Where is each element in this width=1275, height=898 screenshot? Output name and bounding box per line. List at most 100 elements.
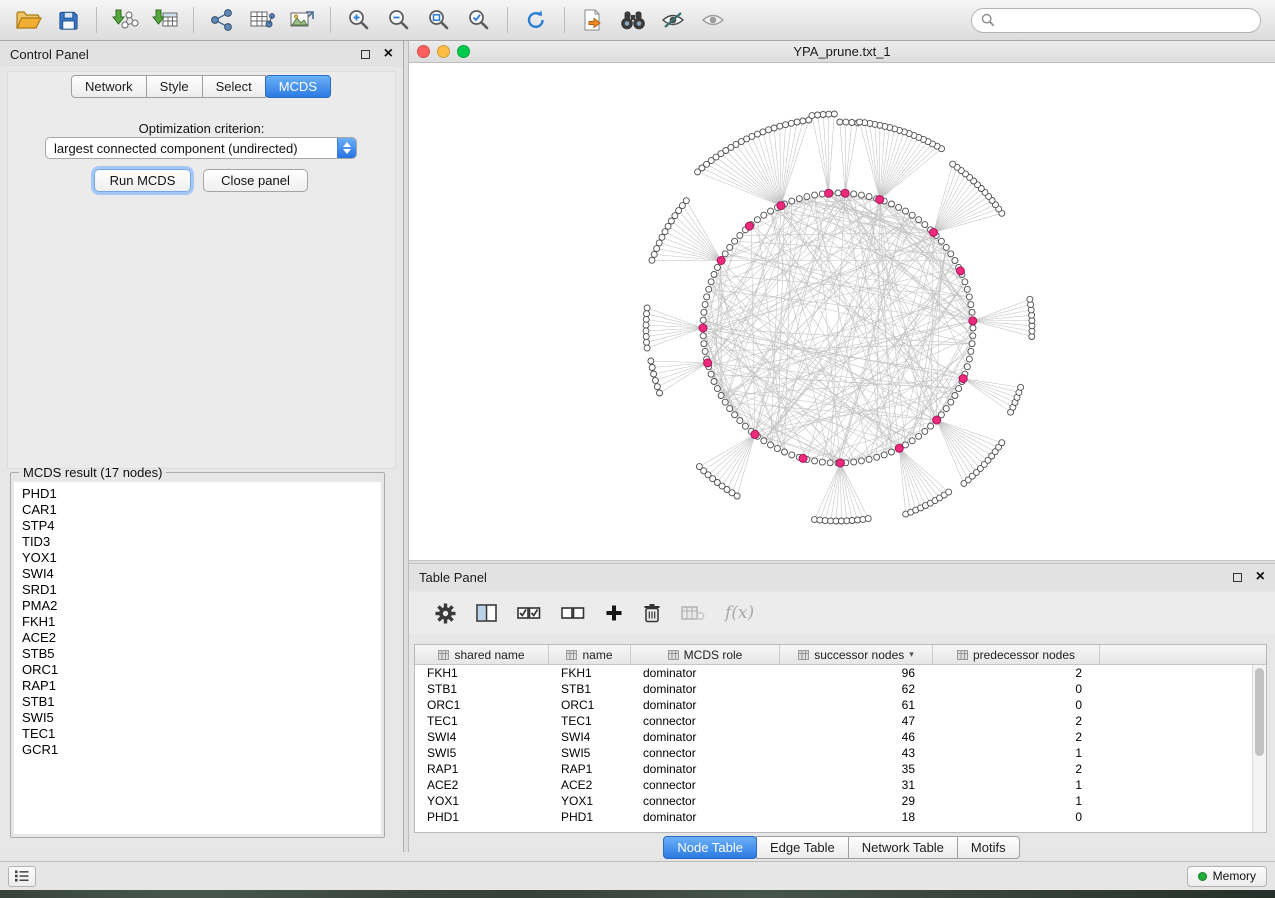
- mcds-result-item[interactable]: PMA2: [22, 598, 381, 614]
- save-session-button[interactable]: [48, 3, 88, 37]
- tab-style[interactable]: Style: [146, 75, 203, 98]
- table-row[interactable]: ACE2ACE2connector311: [415, 777, 1252, 793]
- search-input[interactable]: [1000, 13, 1251, 28]
- table-row[interactable]: STB1STB1dominator620: [415, 681, 1252, 697]
- import-network-button[interactable]: [105, 3, 145, 37]
- mcds-result-item[interactable]: YOX1: [22, 550, 381, 566]
- tab-network-table[interactable]: Network Table: [848, 836, 958, 859]
- export-document-button[interactable]: [573, 3, 613, 37]
- tab-node-table[interactable]: Node Table: [663, 836, 757, 859]
- mcds-result-item[interactable]: ACE2: [22, 630, 381, 646]
- close-panel-icon[interactable]: ×: [384, 46, 393, 62]
- close-panel-button[interactable]: Close panel: [203, 169, 308, 192]
- table-cell: STB1: [415, 682, 549, 696]
- close-table-panel-icon[interactable]: ×: [1256, 569, 1265, 585]
- open-file-button[interactable]: [8, 3, 48, 37]
- mcds-result-item[interactable]: GCR1: [22, 742, 381, 758]
- zoom-out-button[interactable]: [379, 3, 419, 37]
- mcds-result-item[interactable]: STP4: [22, 518, 381, 534]
- eye-icon: [700, 10, 726, 30]
- table-row[interactable]: PHD1PHD1dominator180: [415, 809, 1252, 825]
- table-scrollbar[interactable]: [1252, 665, 1266, 832]
- control-panel-tabs: NetworkStyleSelectMCDS: [0, 75, 403, 98]
- toolbar-separator: [193, 7, 194, 33]
- mcds-result-item[interactable]: SWI4: [22, 566, 381, 582]
- scrollbar-thumb[interactable]: [1255, 668, 1264, 756]
- mcds-result-item[interactable]: SRD1: [22, 582, 381, 598]
- table-cell: 0: [933, 810, 1100, 824]
- import-table-button[interactable]: [145, 3, 185, 37]
- mcds-result-item[interactable]: FKH1: [22, 614, 381, 630]
- float-table-panel-icon[interactable]: [1233, 573, 1242, 582]
- mcds-result-item[interactable]: SWI5: [22, 710, 381, 726]
- delete-table-icon: [681, 605, 705, 621]
- plus-icon: [605, 604, 623, 622]
- table-row[interactable]: ORC1ORC1dominator610: [415, 697, 1252, 713]
- delete-table-button-disabled: [681, 605, 705, 621]
- table-row[interactable]: SWI4SWI4dominator462: [415, 729, 1252, 745]
- table-row[interactable]: RAP1RAP1dominator352: [415, 761, 1252, 777]
- optimization-criterion-select[interactable]: largest connected component (undirected): [45, 137, 357, 159]
- export-network-button[interactable]: [202, 3, 242, 37]
- create-column-button[interactable]: [605, 604, 623, 622]
- table-row[interactable]: YOX1YOX1connector291: [415, 793, 1252, 809]
- tab-edge-table[interactable]: Edge Table: [756, 836, 849, 859]
- network-search-box[interactable]: [971, 8, 1261, 33]
- select-all-button[interactable]: [517, 604, 541, 622]
- share-network-icon: [209, 8, 235, 32]
- table-settings-button[interactable]: [435, 603, 456, 624]
- table-cell: TEC1: [415, 714, 549, 728]
- floppy-disk-icon: [57, 9, 80, 32]
- column-header-MCDS-role[interactable]: MCDS role: [631, 645, 780, 664]
- hide-graphics-details-button[interactable]: [653, 3, 693, 37]
- tab-motifs[interactable]: Motifs: [957, 836, 1020, 859]
- mcds-result-item[interactable]: ORC1: [22, 662, 381, 678]
- memory-button-label: Memory: [1213, 869, 1256, 883]
- mcds-result-item[interactable]: PHD1: [22, 486, 381, 502]
- column-header-predecessor-nodes[interactable]: predecessor nodes: [933, 645, 1100, 664]
- mcds-result-item[interactable]: STB1: [22, 694, 381, 710]
- show-graphics-details-button[interactable]: [693, 3, 733, 37]
- refresh-view-button[interactable]: [516, 3, 556, 37]
- mcds-result-item[interactable]: TEC1: [22, 726, 381, 742]
- network-canvas[interactable]: [409, 63, 1275, 560]
- mcds-result-list[interactable]: PHD1CAR1STP4TID3YOX1SWI4SRD1PMA2FKH1ACE2…: [14, 482, 381, 834]
- search-network-button[interactable]: [613, 3, 653, 37]
- network-graph[interactable]: [409, 63, 1275, 560]
- column-header-shared-name[interactable]: shared name: [415, 645, 549, 664]
- column-header-name[interactable]: name: [549, 645, 631, 664]
- mcds-result-item[interactable]: STB5: [22, 646, 381, 662]
- zoom-fit-icon: [427, 8, 451, 32]
- status-bar: Memory: [0, 861, 1275, 890]
- table-cell: PHD1: [415, 810, 549, 824]
- tab-select[interactable]: Select: [202, 75, 266, 98]
- zoom-selected-button[interactable]: [459, 3, 499, 37]
- table-row[interactable]: SWI5SWI5connector431: [415, 745, 1252, 761]
- column-header-successor-nodes[interactable]: successor nodes▾: [780, 645, 933, 664]
- run-mcds-button[interactable]: Run MCDS: [94, 169, 191, 192]
- mcds-result-item[interactable]: TID3: [22, 534, 381, 550]
- delete-column-button[interactable]: [643, 603, 661, 623]
- table-cell: ORC1: [415, 698, 549, 712]
- panel-menu-button[interactable]: [8, 866, 36, 887]
- toolbar-separator: [96, 7, 97, 33]
- table-row[interactable]: FKH1FKH1dominator962: [415, 665, 1252, 681]
- export-table-button[interactable]: [242, 3, 282, 37]
- memory-button[interactable]: Memory: [1187, 866, 1267, 887]
- table-cell: 29: [780, 794, 933, 808]
- table-cell: 43: [780, 746, 933, 760]
- show-columns-button[interactable]: [476, 604, 497, 622]
- table-cell: 2: [933, 714, 1100, 728]
- float-panel-icon[interactable]: [361, 50, 370, 59]
- zoom-fit-button[interactable]: [419, 3, 459, 37]
- table-row[interactable]: TEC1TEC1connector472: [415, 713, 1252, 729]
- tab-mcds[interactable]: MCDS: [265, 75, 331, 98]
- zoom-in-button[interactable]: [339, 3, 379, 37]
- node-table-body: FKH1FKH1dominator962STB1STB1dominator620…: [415, 665, 1252, 832]
- export-image-button[interactable]: [282, 3, 322, 37]
- deselect-all-button[interactable]: [561, 604, 585, 622]
- tab-network[interactable]: Network: [71, 75, 147, 98]
- table-cell: 62: [780, 682, 933, 696]
- mcds-result-item[interactable]: CAR1: [22, 502, 381, 518]
- mcds-result-item[interactable]: RAP1: [22, 678, 381, 694]
